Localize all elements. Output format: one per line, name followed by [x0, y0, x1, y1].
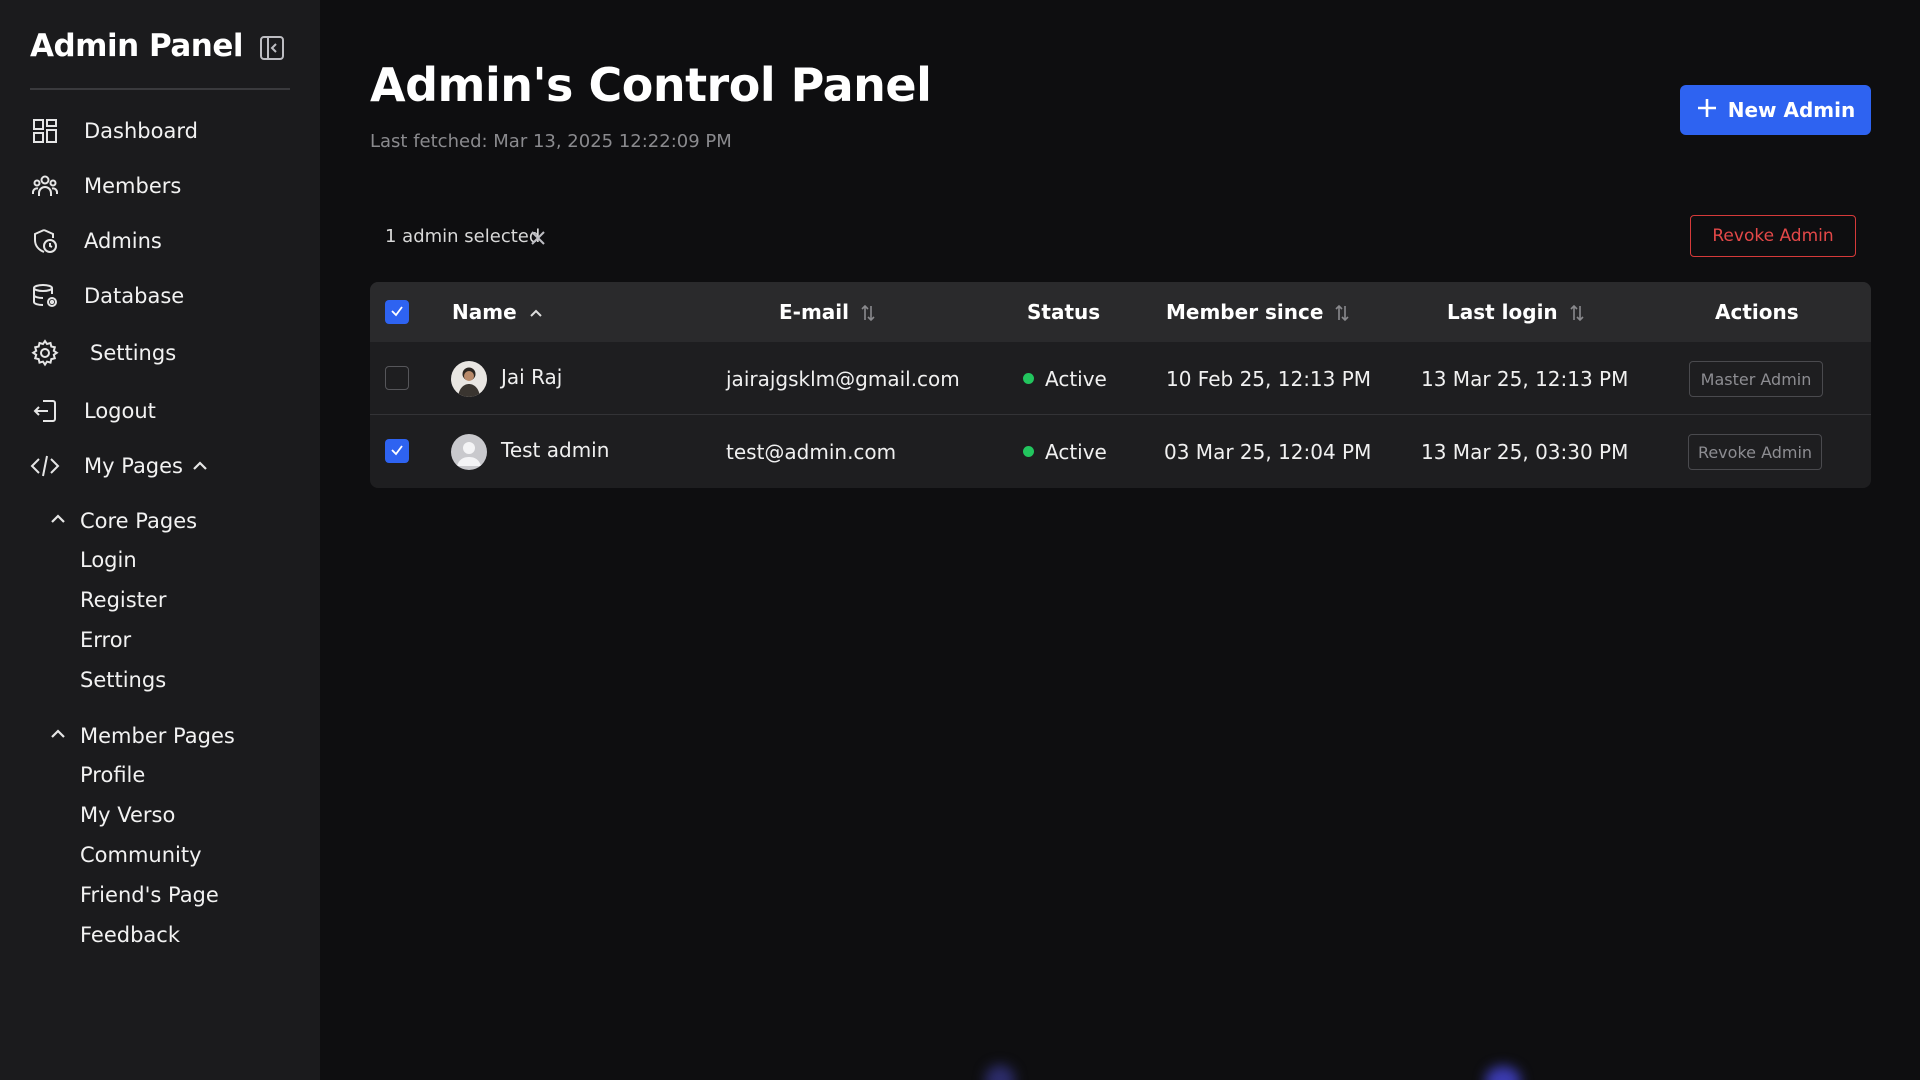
- background-glow: [985, 1065, 1015, 1080]
- avatar: [451, 361, 487, 397]
- sidebar-item-logout[interactable]: Logout: [30, 393, 290, 429]
- member-since: 03 Mar 25, 12:04 PM: [1164, 439, 1372, 464]
- new-admin-label: New Admin: [1727, 98, 1856, 122]
- shield-clock-icon: [30, 226, 60, 256]
- column-label: Actions: [1715, 300, 1799, 324]
- column-header-status: Status: [1027, 282, 1100, 342]
- sidebar-item-settings[interactable]: Settings: [30, 335, 290, 371]
- check-icon: [390, 442, 404, 461]
- database-icon: [30, 281, 60, 311]
- chevron-up-icon: [48, 509, 68, 533]
- sidebar-link-login[interactable]: Login: [80, 548, 137, 572]
- revoke-admin-row-button[interactable]: Revoke Admin: [1688, 434, 1822, 470]
- page-title: Admin's Control Panel: [370, 58, 932, 112]
- column-label: Last login: [1447, 300, 1558, 324]
- column-header-name[interactable]: Name: [452, 282, 545, 342]
- admin-name: Jai Raj: [501, 364, 563, 389]
- sort-icon: [859, 303, 877, 322]
- sidebar-item-database[interactable]: Database: [30, 278, 290, 314]
- sidebar-link-settings[interactable]: Settings: [80, 668, 166, 692]
- sidebar-header: Admin Panel: [30, 28, 290, 90]
- sidebar-link-feedback[interactable]: Feedback: [80, 923, 180, 947]
- sort-icon: [1333, 303, 1351, 322]
- logout-icon: [30, 396, 60, 426]
- row-checkbox[interactable]: [385, 439, 409, 463]
- table-row[interactable]: Test admin test@admin.com Active 03 Mar …: [370, 415, 1871, 488]
- background-glow: [1485, 1066, 1521, 1080]
- column-header-actions: Actions: [1715, 282, 1799, 342]
- status-dot: [1023, 373, 1034, 384]
- last-login: 13 Mar 25, 03:30 PM: [1421, 439, 1629, 464]
- sort-icon: [1568, 303, 1586, 322]
- member-since: 10 Feb 25, 12:13 PM: [1166, 366, 1372, 391]
- core-pages-toggle[interactable]: Core Pages: [48, 506, 197, 536]
- admin-email: test@admin.com: [726, 439, 897, 464]
- app-title: Admin Panel: [30, 28, 244, 64]
- last-fetched-text: Last fetched: Mar 13, 2025 12:22:09 PM: [370, 131, 732, 152]
- status-text: Active: [1045, 439, 1107, 464]
- column-label: E-mail: [779, 300, 850, 324]
- sidebar-link-community[interactable]: Community: [80, 843, 202, 867]
- sidebar: Admin Panel Dashboard Members Admins Dat…: [0, 0, 320, 1080]
- row-checkbox[interactable]: [385, 366, 409, 390]
- column-label: Member since: [1166, 300, 1324, 324]
- sidebar-item-dashboard[interactable]: Dashboard: [30, 113, 290, 149]
- column-header-last-login[interactable]: Last login: [1447, 282, 1586, 342]
- status-dot: [1023, 446, 1034, 457]
- avatar: [451, 434, 487, 470]
- select-all-checkbox[interactable]: [385, 300, 409, 324]
- status-badge: Active: [1023, 415, 1107, 488]
- sidebar-item-label: My Pages: [84, 454, 184, 478]
- status-badge: Active: [1023, 342, 1107, 415]
- column-header-email[interactable]: E-mail: [779, 282, 877, 342]
- admins-table: Name E-mail Status Member since Last log…: [370, 282, 1871, 488]
- member-pages-toggle[interactable]: Member Pages: [48, 721, 235, 751]
- master-admin-button[interactable]: Master Admin: [1689, 361, 1823, 397]
- revoke-admin-button[interactable]: Revoke Admin: [1690, 215, 1856, 257]
- sidebar-item-label: Logout: [84, 399, 156, 423]
- users-icon: [30, 171, 60, 201]
- sidebar-link-register[interactable]: Register: [80, 588, 166, 612]
- admin-email: jairajgsklm@gmail.com: [726, 366, 960, 391]
- new-admin-button[interactable]: New Admin: [1680, 85, 1871, 135]
- grid-icon: [30, 116, 60, 146]
- sort-ascending-icon: [527, 303, 545, 321]
- sidebar-item-members[interactable]: Members: [30, 168, 290, 204]
- chevron-up-icon: [190, 456, 210, 480]
- sidebar-item-admins[interactable]: Admins: [30, 223, 290, 259]
- chevron-up-icon: [48, 724, 68, 748]
- sidebar-link-error[interactable]: Error: [80, 628, 131, 652]
- member-pages-label: Member Pages: [80, 724, 235, 748]
- plus-icon: [1696, 97, 1718, 123]
- check-icon: [390, 303, 404, 322]
- sidebar-link-my-verso[interactable]: My Verso: [80, 803, 175, 827]
- core-pages-label: Core Pages: [80, 509, 198, 533]
- status-text: Active: [1045, 366, 1107, 391]
- close-icon[interactable]: [528, 228, 548, 248]
- sidebar-link-friends-page[interactable]: Friend's Page: [80, 883, 219, 907]
- sidebar-item-label: Members: [84, 174, 182, 198]
- sidebar-item-label: Settings: [90, 341, 177, 365]
- selection-count-text: 1 admin selected: [385, 226, 541, 247]
- last-login: 13 Mar 25, 12:13 PM: [1421, 366, 1629, 391]
- sidebar-item-label: Dashboard: [84, 119, 198, 143]
- sidebar-link-profile[interactable]: Profile: [80, 763, 145, 787]
- collapse-sidebar-icon[interactable]: [258, 34, 286, 62]
- column-header-member-since[interactable]: Member since: [1166, 282, 1351, 342]
- admin-name: Test admin: [501, 437, 610, 462]
- table-header: Name E-mail Status Member since Last log…: [370, 282, 1871, 342]
- column-label: Status: [1027, 300, 1101, 324]
- column-label: Name: [452, 300, 517, 324]
- sidebar-item-label: Admins: [84, 229, 162, 253]
- sidebar-item-my-pages[interactable]: My Pages: [30, 448, 290, 484]
- sidebar-item-label: Database: [84, 284, 185, 308]
- table-row[interactable]: Jai Raj jairajgsklm@gmail.com Active 10 …: [370, 342, 1871, 415]
- code-icon: [30, 451, 60, 481]
- gear-icon: [30, 338, 60, 368]
